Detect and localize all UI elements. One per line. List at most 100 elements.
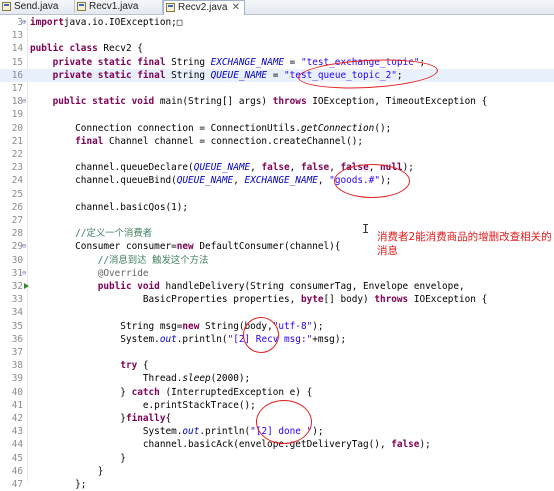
annotation-note: 消费者2能消费商品的增删改查相关的消息 [377,231,552,257]
code-line[interactable]: 32 public void handleDelivery(String con… [0,280,554,293]
code-line[interactable]: 25 [0,188,554,201]
code-token: , [250,162,262,174]
code-token: out [159,333,177,345]
code-line[interactable]: 47 }; [0,478,554,491]
code-text: Thread.sleep(2000); [30,372,250,385]
line-number: 47 [11,479,23,490]
code-token: □ [176,17,183,28]
code-token: java.io.IOException; [63,17,177,28]
code-token: false [261,162,290,174]
tab-recv2-java[interactable]: Recv2.java ✕ [163,0,245,15]
code-token: String [165,69,211,81]
code-line[interactable]: 31 ⊖ @Override [0,267,554,280]
code-token: (InterruptedException e) { [159,386,313,398]
code-text: Consumer consumer=new DefaultConsumer(ch… [30,240,340,253]
code-token: ); [312,320,324,332]
code-line[interactable]: 15 private static final String EXCHANGE_… [0,56,554,69]
fold-toggle-icon[interactable]: ⊕ [22,19,28,26]
code-token: (2000); [210,373,251,385]
code-token: String msg= [30,320,183,332]
code-token: Recv2 { [97,43,143,55]
line-number: 23 [11,162,23,174]
code-token: System. [30,333,160,345]
code-line[interactable]: 38 try { [0,359,554,372]
code-token: handleDelivery(String consumerTag, Envel… [159,281,465,292]
line-number: 31 [11,267,23,279]
fold-toggle-icon[interactable]: ⊖ [22,243,28,250]
code-token: IOException, TimeoutException { [306,96,488,108]
code-line[interactable]: 34 [0,306,554,319]
line-number: 34 [11,307,23,319]
tab-label: Recv1.java [89,1,139,12]
code-line[interactable]: 22 [0,148,554,161]
code-line[interactable]: 24 channel.queueBind(QUEUE_NAME, EXCHANG… [0,174,554,187]
tab-send-java[interactable]: Send.java [0,0,75,13]
line-number: 26 [11,201,23,213]
code-token: public static void [52,96,155,108]
tab-label: Recv2.java [178,2,228,13]
code-line[interactable]: 27 [0,214,554,227]
line-number: 30 [11,254,23,266]
line-number: 37 [11,347,23,358]
fold-toggle-icon[interactable]: ⊖ [22,98,28,105]
line-number: 3 [17,17,23,28]
code-line[interactable]: 46 } [0,465,554,478]
code-line[interactable]: 33 BasicProperties properties, byte[] bo… [0,293,554,306]
code-line[interactable]: 16 private static final String QUEUE_NAM… [0,68,554,82]
code-token: private static final [52,56,166,68]
fold-toggle-icon[interactable]: ⊖ [22,269,28,276]
code-line[interactable]: 23 channel.queueDeclare(QUEUE_NAME, fals… [0,161,554,174]
code-line[interactable]: 26 channel.basicQos(1); [0,201,554,214]
code-token: public void [97,281,160,292]
code-token: } [30,413,126,424]
code-token: try [120,360,138,372]
code-text: } [30,452,126,465]
override-marker-icon [24,283,29,289]
code-token: = [284,56,301,68]
line-number: 16 [11,69,23,81]
code-line[interactable]: 3 ⊕ importjava.io.IOException;□ [0,16,554,29]
code-line[interactable]: 14 public class Recv2 { [0,42,554,55]
code-token: QUEUE_NAME [176,175,234,187]
code-line[interactable]: 45 } [0,452,554,465]
line-number: 39 [11,373,23,385]
code-line[interactable]: 13 [0,29,554,42]
code-line[interactable]: 18 ⊖ public static void main(String[] arg… [0,95,554,108]
code-token: (); [374,122,392,134]
code-text: @Override [30,267,149,280]
code-token: Consumer consumer= [30,241,177,253]
tab-recv1-java[interactable]: Recv1.java [75,0,163,13]
code-token: DefaultConsumer(channel){ [193,241,341,253]
line-number: 21 [11,135,23,147]
code-token: , [317,175,330,187]
code-token: { [137,360,149,372]
tab-label: Send.java [14,1,59,12]
code-text: //定义一个消费者 [30,227,152,240]
line-number: 40 [11,386,23,398]
line-number: 41 [11,399,23,411]
code-line[interactable]: 39 Thread.sleep(2000); [0,372,554,385]
code-text: //消息到达 触发这个方法 [30,254,209,267]
code-token: .println( [199,426,251,438]
code-line[interactable]: 40 } catch (InterruptedException e) { [0,386,554,399]
line-number: 20 [11,122,23,134]
code-token: byte [300,294,324,306]
code-line[interactable]: 20 Connection connection = ConnectionUti… [0,122,554,135]
close-tab-icon[interactable]: ✕ [232,1,240,14]
code-line[interactable]: 17 [0,82,554,95]
code-text: System.out.println("[2] Recv msg:"+msg); [30,333,346,346]
code-line[interactable]: 37 [0,346,554,359]
code-text: Connection connection = ConnectionUtils.… [30,122,391,135]
code-token: finally [125,413,166,424]
code-line[interactable]: 19 [0,108,554,121]
code-token: EXCHANGE_NAME [210,56,284,68]
code-line[interactable]: 21 final Channel channel = connection.cr… [0,135,554,148]
line-number: 29 [11,241,23,253]
